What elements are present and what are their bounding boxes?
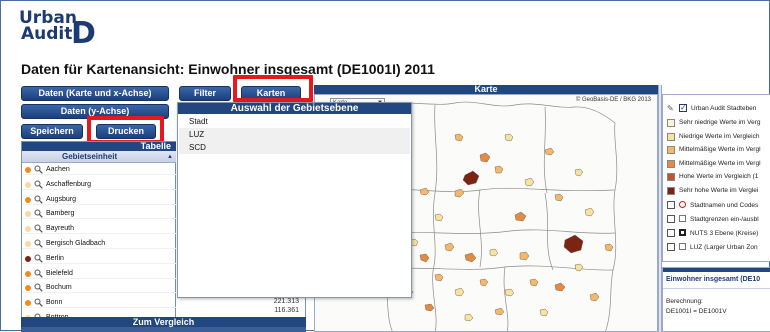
dropdown-option-luz[interactable]: LUZ xyxy=(179,128,410,141)
legend-class-label: Hohe Werte im Vergleich (1 xyxy=(679,173,759,180)
layer-label: NUTS 3 Ebene (Kreise) xyxy=(690,230,759,237)
daten-karte-button[interactable]: Daten (Karte und x-Achse) xyxy=(21,86,169,101)
row-name: Augsburg xyxy=(46,195,76,203)
class-dot-icon xyxy=(25,300,31,307)
legend-class-label: Mittelmäßige Werte im Vergl xyxy=(679,159,761,167)
zoom-to-icon[interactable] xyxy=(34,209,43,219)
table-row[interactable]: Bonn xyxy=(22,297,177,309)
zoom-to-icon[interactable] xyxy=(34,283,43,293)
row-name: Bochum xyxy=(46,284,72,292)
karten-highlight-box xyxy=(233,75,313,102)
table-row[interactable]: Bielefeld xyxy=(22,268,177,279)
row-name: Bielefeld xyxy=(46,269,73,277)
zoom-to-icon[interactable] xyxy=(34,254,43,263)
class-dot-icon xyxy=(25,181,31,188)
table-row[interactable]: Aachen xyxy=(22,164,177,175)
legend-class-label: Mittelmäßige Werte im Vergl xyxy=(679,146,761,153)
table-panel: Tabelle Gebietseinheit ▲ Aachen Aschaffen… xyxy=(21,141,177,332)
layer-checkbox[interactable] xyxy=(667,229,675,237)
legend-swatch xyxy=(667,119,675,127)
table-row[interactable]: Bamberg xyxy=(22,208,177,220)
legend-panel: ✎ ✓ Urban Audit Stadteben Sehr niedrige … xyxy=(662,94,770,262)
class-dot-icon xyxy=(25,167,31,173)
table-row[interactable]: Bergisch Gladbach xyxy=(22,238,177,249)
berechnung-value: DE1001I = DE1001V xyxy=(666,308,727,315)
class-dot-icon xyxy=(25,196,31,203)
legend-header-label: Urban Audit Stadteben xyxy=(691,105,757,112)
compare-bar: Zum Vergleich xyxy=(21,317,306,327)
info-panel: Einwohner insgesamt (DE10 Berechnung: DE… xyxy=(662,267,770,332)
drucken-highlight-box xyxy=(87,116,164,144)
legend-swatch xyxy=(667,173,675,181)
value-cell-bottrop: 116.361 xyxy=(274,307,299,314)
legend-swatch xyxy=(667,132,675,141)
zoom-to-icon[interactable] xyxy=(34,239,43,248)
layer-label: Stadtnamen und Codes xyxy=(690,202,759,209)
boundary-icon xyxy=(679,243,686,250)
table-row[interactable]: Berlin xyxy=(22,253,177,264)
city-marker-icon xyxy=(679,201,686,208)
pencil-icon[interactable]: ✎ xyxy=(667,103,674,114)
page-title: Daten für Kartenansicht: Einwohner insge… xyxy=(21,61,435,77)
row-name: Bamberg xyxy=(46,210,75,218)
urban-audit-logo: Urban Audit D xyxy=(19,9,99,51)
layer-label: Stadtgrenzen ein-/ausbl xyxy=(690,216,759,223)
legend-class-label: Sehr hohe Werte im Verglei xyxy=(679,186,759,194)
checkmark-icon: ✓ xyxy=(680,103,687,112)
legend-swatch xyxy=(667,186,675,195)
legend-class-label: Niedrige Werte im Vergleich xyxy=(679,132,760,140)
nuts-boundary-icon xyxy=(679,229,686,236)
zoom-to-icon[interactable] xyxy=(34,195,43,204)
dropdown-option-scd[interactable]: SCD xyxy=(179,141,410,154)
map-panel-bar: Karte xyxy=(314,85,658,94)
zoom-to-icon[interactable] xyxy=(34,269,43,278)
filter-button[interactable]: Filter xyxy=(179,86,231,101)
speichern-button[interactable]: Speichern xyxy=(21,124,83,139)
compare-strip xyxy=(21,327,306,332)
layer-checkbox[interactable] xyxy=(667,243,675,251)
legend-class-label: Sehr niedrige Werte im Verg xyxy=(679,119,761,126)
sort-ascending-icon[interactable]: ▲ xyxy=(167,151,173,163)
class-dot-icon xyxy=(25,285,31,292)
column-header-gebietseinheit[interactable]: Gebietseinheit ▲ xyxy=(22,151,177,163)
layer-checkbox[interactable] xyxy=(667,215,675,223)
row-name: Bonn xyxy=(46,299,63,307)
info-title: Einwohner insgesamt (DE10 xyxy=(666,276,761,283)
zoom-to-icon[interactable] xyxy=(34,224,43,233)
zoom-to-icon[interactable] xyxy=(34,180,43,189)
table-panel-bar: Tabelle xyxy=(22,142,177,151)
class-dot-icon xyxy=(25,270,31,277)
layer-checkbox[interactable] xyxy=(667,201,675,209)
table-row[interactable]: Augsburg xyxy=(22,194,177,205)
boundary-icon xyxy=(679,215,686,222)
dropdown-option-stadt[interactable]: Stadt xyxy=(179,115,410,128)
layer-label: LUZ (Larger Urban Zon xyxy=(690,244,758,251)
class-dot-icon xyxy=(25,241,31,247)
row-name: Bergisch Gladbach xyxy=(46,240,106,247)
table-row[interactable]: Bochum xyxy=(22,282,177,294)
table-row[interactable]: Aschaffenburg xyxy=(22,179,177,190)
zoom-to-icon[interactable] xyxy=(34,298,43,307)
class-dot-icon xyxy=(25,211,31,218)
logo-word-audit: Audit xyxy=(21,24,73,44)
table-row[interactable]: Bayreuth xyxy=(22,223,177,235)
gebietsebene-dropdown: Auswahl der Gebietsebene Stadt LUZ SCD xyxy=(177,102,412,298)
berechnung-label: Berechnung: xyxy=(666,298,703,305)
row-name: Aschaffenburg xyxy=(46,180,92,188)
column-header-label: Gebietseinheit xyxy=(62,152,118,161)
row-name: Bayreuth xyxy=(46,225,75,233)
legend-swatch xyxy=(667,159,675,168)
class-dot-icon xyxy=(25,226,31,233)
legend-swatch xyxy=(667,146,675,154)
row-name: Aachen xyxy=(46,166,70,173)
logo-letter-d: D xyxy=(71,16,96,51)
zoom-to-icon[interactable] xyxy=(34,165,43,174)
info-panel-bar xyxy=(663,268,770,272)
dropdown-title: Auswahl der Gebietsebene xyxy=(178,103,411,114)
class-dot-icon xyxy=(25,255,31,262)
info-divider xyxy=(663,288,770,289)
row-name: Berlin xyxy=(46,254,64,262)
value-cell-partial: 221.313 xyxy=(273,298,299,305)
app-frame: Urban Audit D Daten für Kartenansicht: E… xyxy=(0,0,770,332)
